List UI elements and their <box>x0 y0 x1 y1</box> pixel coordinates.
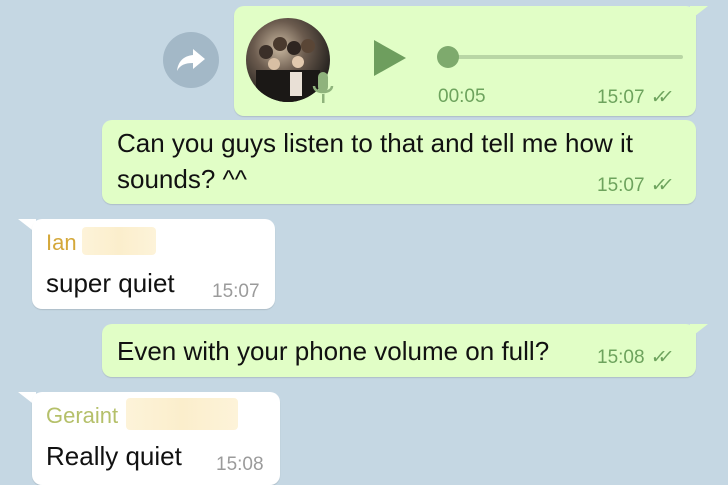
message-time: 15:08 <box>597 346 645 368</box>
double-check-icon: ✓✓ <box>649 347 666 368</box>
message-text: Even with your phone volume on full? <box>117 336 550 366</box>
sender-name: Geraint <box>46 403 119 428</box>
message-meta: 15:07 ✓✓ <box>597 86 666 109</box>
message-meta: 15:07 ✓✓ <box>597 174 666 197</box>
message-time: 15:07 <box>212 281 260 302</box>
share-forward-icon <box>177 49 205 71</box>
sender-name: Ian <box>46 230 77 255</box>
voice-progress-knob[interactable] <box>437 46 459 68</box>
play-icon[interactable] <box>370 38 410 78</box>
bubble-tail <box>690 6 708 20</box>
double-check-icon: ✓✓ <box>649 87 666 108</box>
bubble-tail <box>690 324 708 338</box>
voice-progress-track[interactable] <box>447 55 683 59</box>
message-time: 15:07 <box>597 174 645 196</box>
message-text: super quiet <box>46 268 175 298</box>
message-time: 15:08 <box>216 454 264 475</box>
message-text: Can you guys listen to that and tell me … <box>117 128 633 194</box>
voice-duration: 00:05 <box>438 86 486 107</box>
redacted-surname <box>82 227 156 255</box>
redacted-surname <box>126 398 238 430</box>
share-button[interactable] <box>163 32 219 88</box>
message-meta: 15:08 ✓✓ <box>597 346 666 369</box>
message-text: Really quiet <box>46 441 182 471</box>
double-check-icon: ✓✓ <box>649 175 666 196</box>
microphone-icon <box>312 72 334 103</box>
message-time: 15:07 <box>597 86 645 108</box>
